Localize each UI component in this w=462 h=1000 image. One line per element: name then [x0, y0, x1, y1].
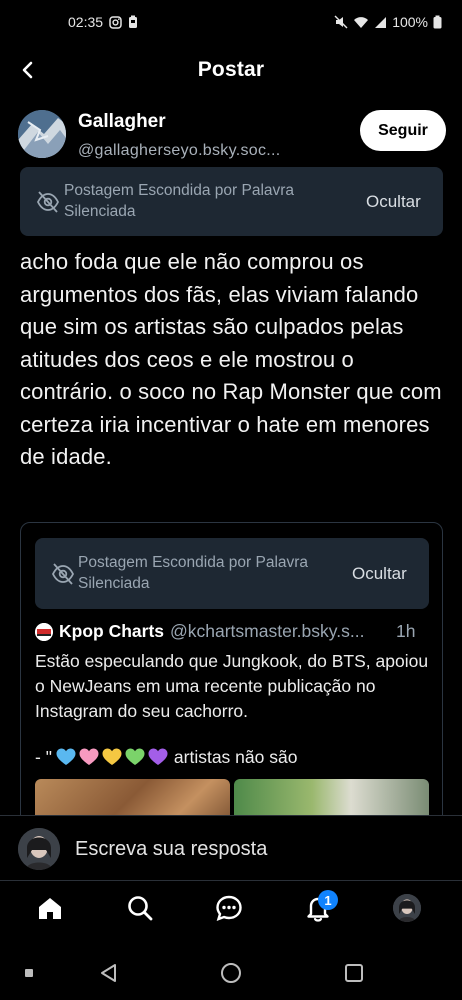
author-avatar[interactable]	[18, 110, 66, 158]
quote-timestamp: 1h	[396, 621, 416, 641]
system-recents-button[interactable]	[341, 960, 367, 986]
reply-composer[interactable]: Escreva sua resposta	[0, 815, 462, 881]
quote-muted-word-notice: Postagem Escondida por Palavra Silenciad…	[35, 538, 429, 609]
page-title: Postar	[197, 58, 265, 81]
hide-button[interactable]: Ocultar	[366, 192, 421, 212]
eye-slash-icon	[36, 191, 60, 218]
system-home-button[interactable]	[218, 960, 244, 986]
status-bar: 02:35 100%	[0, 0, 462, 44]
quote-body-continued: - " artistas não são	[35, 745, 297, 770]
home-icon	[39, 898, 61, 919]
system-back-button[interactable]	[96, 960, 122, 986]
quote-author-handle: @kchartsmaster.bsky.s...	[170, 621, 365, 641]
eye-slash-icon	[51, 563, 75, 590]
bottom-nav: 1	[0, 882, 462, 934]
heart-emoji-icon	[148, 748, 168, 765]
quote-author-avatar	[35, 622, 53, 641]
nav-profile[interactable]	[389, 890, 425, 926]
heart-emoji-icon	[79, 748, 99, 765]
reply-input[interactable]: Escreva sua resposta	[75, 838, 267, 861]
heart-emoji-icon	[125, 748, 145, 765]
triangle-back-icon	[101, 964, 116, 982]
nav-home[interactable]	[32, 890, 68, 926]
search-icon	[128, 896, 153, 921]
back-arrow-icon	[22, 61, 33, 79]
notification-badge: 1	[318, 890, 338, 910]
mute-icon	[334, 15, 348, 29]
nav-notifications[interactable]: 1	[300, 890, 338, 926]
quote-author-row: Kpop Charts @kchartsmaster.bsky.s... 1h	[35, 621, 415, 642]
nav-search[interactable]	[122, 890, 158, 926]
quote-hide-button[interactable]: Ocultar	[352, 564, 407, 584]
hearts-emoji-row	[56, 748, 168, 766]
square-recents-icon	[345, 964, 363, 982]
quoted-post[interactable]: Postagem Escondida por Palavra Silenciad…	[20, 522, 443, 832]
battery-icon	[433, 15, 442, 29]
back-button[interactable]	[14, 56, 42, 84]
muted-word-text: Postagem Escondida por Palavra Silenciad…	[64, 182, 295, 220]
wifi-icon	[353, 16, 369, 29]
quote-body-prefix: - "	[35, 747, 52, 767]
quote-body-suffix: artistas não são	[173, 747, 298, 767]
chat-icon	[216, 895, 242, 921]
follow-button[interactable]: Seguir	[360, 110, 446, 151]
instagram-icon	[109, 15, 122, 29]
nav-chat[interactable]	[211, 890, 247, 926]
system-dot-icon	[16, 960, 42, 986]
system-nav	[0, 944, 462, 1000]
battery-percent: 100%	[392, 14, 428, 30]
status-time: 02:35	[68, 14, 104, 30]
post-author: Gallagher @gallagherseyo.bsky.soc... Seg…	[18, 108, 446, 164]
author-handle[interactable]: @gallagherseyo.bsky.soc...	[78, 142, 281, 160]
circle-home-icon	[221, 963, 241, 983]
battery-saver-icon	[128, 15, 138, 29]
heart-emoji-icon	[56, 748, 76, 765]
header: Postar	[0, 44, 462, 96]
quote-author-name: Kpop Charts	[59, 621, 164, 641]
muted-word-notice: Postagem Escondida por Palavra Silenciad…	[20, 167, 443, 236]
profile-avatar	[393, 894, 421, 922]
heart-emoji-icon	[102, 748, 122, 765]
post-body: acho foda que ele não comprou os argumen…	[20, 249, 442, 469]
author-name[interactable]: Gallagher	[78, 111, 166, 133]
signal-icon	[374, 16, 387, 29]
user-avatar	[18, 828, 60, 870]
quote-body: Estão especulando que Jungkook, do BTS, …	[35, 651, 429, 721]
quote-muted-word-text: Postagem Escondida por Palavra Silenciad…	[78, 554, 309, 592]
